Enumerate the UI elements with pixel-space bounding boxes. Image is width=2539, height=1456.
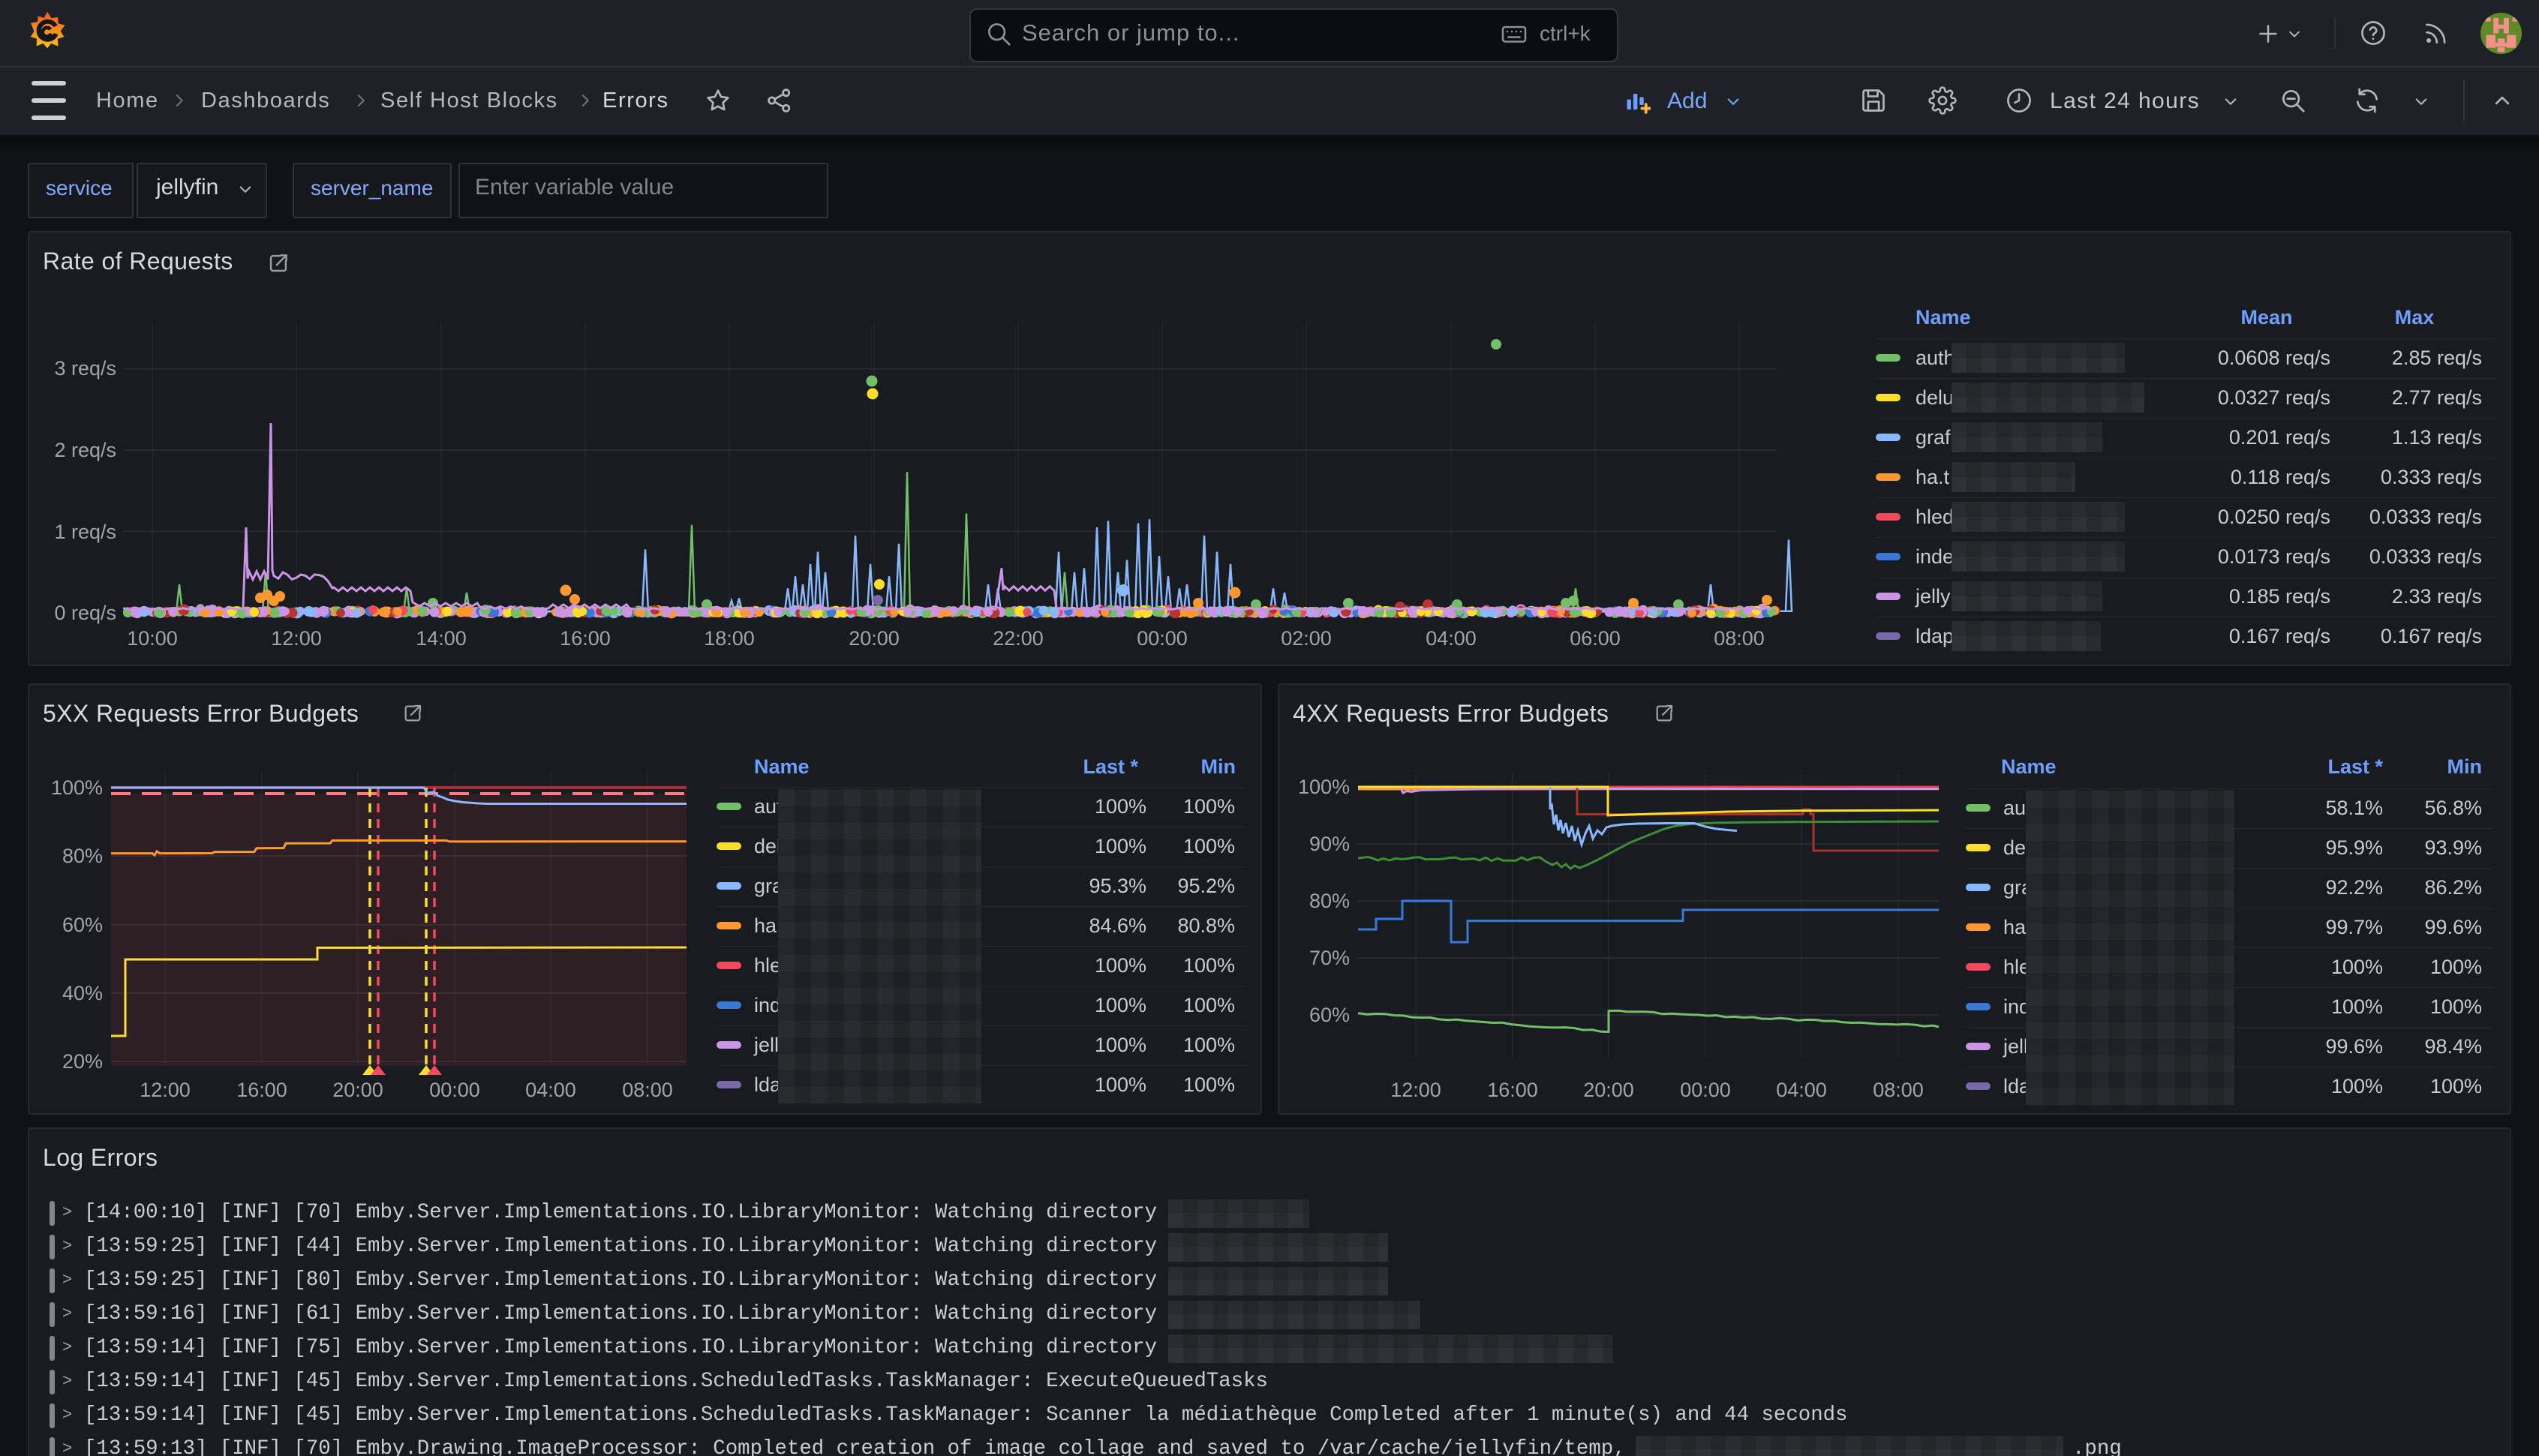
svg-text:00:00: 00:00: [1137, 627, 1188, 650]
svg-text:14:00: 14:00: [416, 627, 467, 650]
svg-text:04:00: 04:00: [525, 1079, 576, 1101]
svg-text:08:00: 08:00: [1714, 627, 1765, 650]
svg-text:100%: 100%: [1298, 776, 1350, 798]
svg-text:3 req/s: 3 req/s: [54, 357, 116, 380]
svg-text:20:00: 20:00: [332, 1079, 383, 1101]
svg-text:80%: 80%: [1309, 890, 1350, 912]
svg-text:18:00: 18:00: [704, 627, 755, 650]
svg-text:2 req/s: 2 req/s: [54, 439, 116, 461]
svg-text:1 req/s: 1 req/s: [54, 521, 116, 543]
svg-text:70%: 70%: [1309, 947, 1350, 969]
svg-text:02:00: 02:00: [1281, 627, 1332, 650]
svg-text:40%: 40%: [62, 982, 103, 1004]
svg-text:00:00: 00:00: [1680, 1079, 1731, 1101]
svg-text:90%: 90%: [1309, 833, 1350, 855]
svg-text:12:00: 12:00: [140, 1079, 191, 1101]
svg-text:16:00: 16:00: [236, 1079, 287, 1101]
svg-text:16:00: 16:00: [560, 627, 611, 650]
svg-text:20:00: 20:00: [1583, 1079, 1634, 1101]
svg-text:60%: 60%: [1309, 1004, 1350, 1026]
svg-text:08:00: 08:00: [1873, 1079, 1924, 1101]
svg-text:12:00: 12:00: [1390, 1079, 1441, 1101]
svg-text:04:00: 04:00: [1426, 627, 1477, 650]
svg-text:100%: 100%: [51, 776, 103, 799]
svg-text:04:00: 04:00: [1776, 1079, 1827, 1101]
svg-text:06:00: 06:00: [1570, 627, 1621, 650]
svg-text:08:00: 08:00: [622, 1079, 673, 1101]
svg-text:00:00: 00:00: [429, 1079, 480, 1101]
svg-text:10:00: 10:00: [127, 627, 178, 650]
svg-text:20:00: 20:00: [849, 627, 900, 650]
svg-text:12:00: 12:00: [271, 627, 322, 650]
svg-text:60%: 60%: [62, 914, 103, 936]
svg-text:22:00: 22:00: [993, 627, 1044, 650]
svg-text:80%: 80%: [62, 845, 103, 867]
svg-text:0 req/s: 0 req/s: [54, 602, 116, 624]
svg-text:16:00: 16:00: [1487, 1079, 1538, 1101]
svg-text:20%: 20%: [62, 1050, 103, 1073]
